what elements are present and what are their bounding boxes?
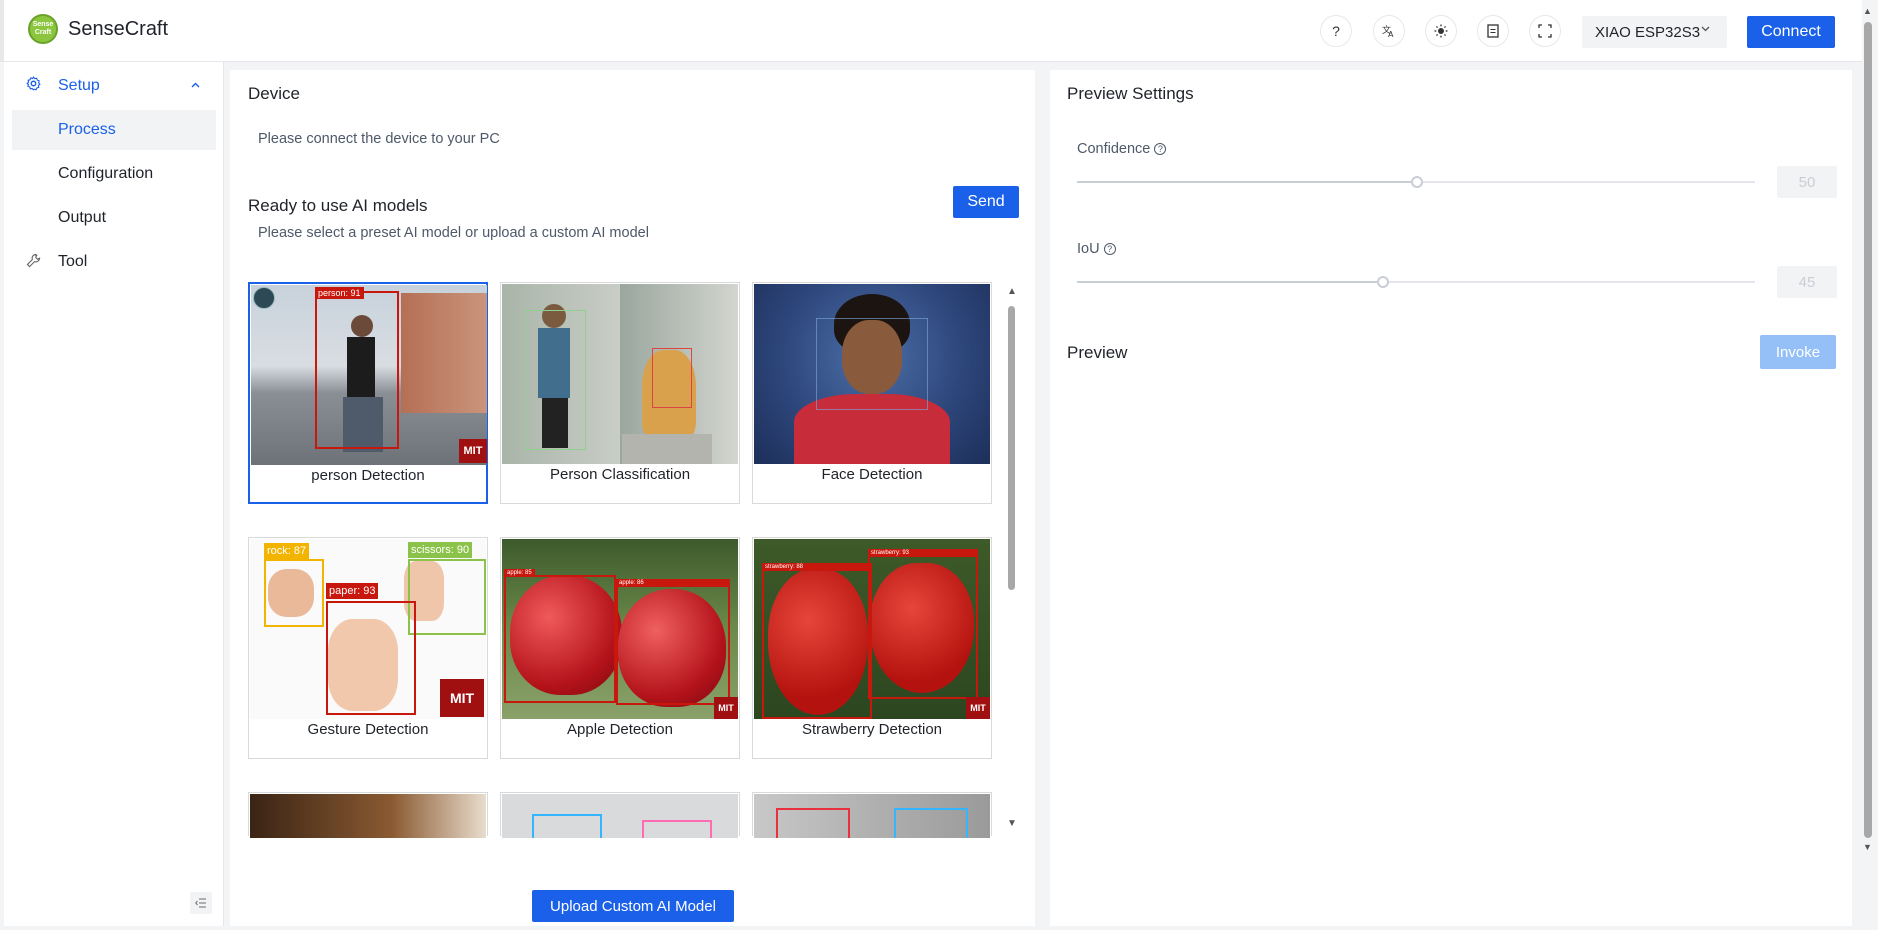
model-card-partial[interactable] <box>500 792 740 838</box>
send-button[interactable]: Send <box>953 186 1019 218</box>
bbox-label: strawberry: 88 <box>762 563 872 571</box>
sidebar-item-process[interactable]: Process <box>12 110 216 150</box>
sidebar-setup-label: Setup <box>58 77 100 94</box>
device-select-value: XIAO ESP32S3 <box>1595 23 1701 41</box>
model-thumbnail <box>250 794 486 838</box>
fullscreen-icon[interactable] <box>1529 15 1561 47</box>
model-card-partial[interactable] <box>248 792 488 838</box>
preview-settings-title: Preview Settings <box>1067 84 1194 103</box>
collapse-sidebar-icon[interactable] <box>190 892 212 914</box>
chevron-up-icon <box>190 79 201 94</box>
device-select[interactable]: XIAO ESP32S3 <box>1582 16 1727 48</box>
model-card-title: Apple Detection <box>567 721 673 738</box>
model-card-partial[interactable] <box>752 792 992 838</box>
logo-text: Sense Craft <box>32 21 54 36</box>
preview-title: Preview <box>1067 343 1128 362</box>
models-hint: Please select a preset AI model or uploa… <box>258 225 649 241</box>
device-title: Device <box>248 84 300 103</box>
confidence-label-text: Confidence <box>1077 141 1151 157</box>
gesture-detection-thumbnail: rock: 87 scissors: 90 paper: 93 MIT <box>250 539 486 719</box>
model-grid: person: 91 MIT person Detection Person C… <box>248 282 993 906</box>
model-card-gesture-detection[interactable]: rock: 87 scissors: 90 paper: 93 MIT Gest… <box>248 537 488 759</box>
confidence-slider-handle[interactable] <box>1411 176 1423 188</box>
help-icon[interactable]: ? <box>1154 143 1167 155</box>
sidebar-item-configuration[interactable]: Configuration <box>12 154 216 194</box>
sidebar-item-label: Output <box>58 209 107 226</box>
iou-slider-handle[interactable] <box>1377 276 1389 288</box>
bbox-label: apple: 86 <box>616 579 730 587</box>
iou-label-text: IoU <box>1077 241 1100 257</box>
model-card-person-detection[interactable]: person: 91 MIT person Detection <box>248 282 488 504</box>
page-scroll-up-icon[interactable]: ▲ <box>1863 6 1872 16</box>
theme-icon[interactable] <box>1425 15 1457 47</box>
strawberry-detection-thumbnail: strawberry: 88 strawberry: 93 MIT <box>754 539 990 719</box>
confidence-label: Confidence? <box>1077 141 1167 157</box>
document-icon[interactable] <box>1477 15 1509 47</box>
mit-license-logo: MIT <box>440 679 484 717</box>
model-card-title: Gesture Detection <box>307 721 429 738</box>
svg-text:A: A <box>1388 30 1394 38</box>
model-thumbnail <box>754 794 990 838</box>
model-grid-scrollbar[interactable] <box>1008 306 1015 590</box>
sidebar-item-tool[interactable]: Tool <box>4 242 216 282</box>
model-card-apple-detection[interactable]: apple: 85 apple: 86 MIT Apple Detection <box>500 537 740 759</box>
page-scrollbar[interactable] <box>1864 22 1872 838</box>
sidebar: Setup Process Configuration Output Tool <box>4 62 224 926</box>
model-card-title: person Detection <box>311 467 425 484</box>
sensecraft-logo[interactable]: Sense Craft <box>28 14 58 44</box>
mit-license-logo: MIT <box>459 439 487 463</box>
model-card-title: Strawberry Detection <box>801 721 943 738</box>
chevron-down-icon <box>1700 23 1711 37</box>
person-classification-thumbnail <box>502 284 738 464</box>
models-title: Ready to use AI models <box>248 196 428 215</box>
sidebar-item-output[interactable]: Output <box>12 198 216 238</box>
gear-icon <box>26 76 41 96</box>
bbox-label: person: 91 <box>315 287 364 299</box>
bbox-label: scissors: 90 <box>408 542 473 558</box>
wrench-icon <box>26 253 41 272</box>
scroll-down-arrow-icon[interactable]: ▼ <box>1007 818 1017 829</box>
help-icon[interactable]: ? <box>1320 15 1352 47</box>
confidence-slider-fill <box>1077 181 1416 183</box>
preview-panel: Preview Settings Confidence? 50 IoU? 45 … <box>1050 70 1852 926</box>
upload-custom-model-button[interactable]: Upload Custom AI Model <box>532 890 734 922</box>
bbox-label: rock: 87 <box>264 543 310 559</box>
device-hint: Please connect the device to your PC <box>258 131 500 147</box>
bbox-label: apple: 85 <box>504 569 535 577</box>
confidence-input[interactable]: 50 <box>1777 166 1837 198</box>
translate-icon[interactable]: 文A <box>1373 15 1405 47</box>
bbox-label: paper: 93 <box>326 583 379 599</box>
model-card-title: Face Detection <box>821 466 923 483</box>
sidebar-item-label: Configuration <box>58 165 154 182</box>
face-detection-thumbnail <box>754 284 990 464</box>
iou-label: IoU? <box>1077 241 1116 257</box>
person-detection-thumbnail: person: 91 MIT <box>251 285 487 465</box>
bbox-label: strawberry: 93 <box>868 549 978 557</box>
top-header: Sense Craft SenseCraft ? 文A XIAO ESP32S3… <box>0 0 1862 62</box>
scroll-up-arrow-icon[interactable]: ▲ <box>1007 286 1017 297</box>
sidebar-item-label: Process <box>58 121 116 138</box>
invoke-button[interactable]: Invoke <box>1760 335 1836 369</box>
model-thumbnail <box>502 794 738 838</box>
iou-input[interactable]: 45 <box>1777 266 1837 298</box>
mit-license-logo: MIT <box>966 697 990 719</box>
brand-name: SenseCraft <box>68 18 169 40</box>
sidebar-item-setup[interactable]: Setup <box>4 66 216 106</box>
device-models-panel: Device Please connect the device to your… <box>230 70 1035 926</box>
model-card-face-detection[interactable]: Face Detection <box>752 282 992 504</box>
page-scroll-down-icon[interactable]: ▼ <box>1863 842 1872 852</box>
iou-slider-fill <box>1077 281 1382 283</box>
apple-detection-thumbnail: apple: 85 apple: 86 MIT <box>502 539 738 719</box>
help-icon[interactable]: ? <box>1103 243 1116 255</box>
mit-license-logo: MIT <box>714 697 738 719</box>
connect-button[interactable]: Connect <box>1747 16 1835 48</box>
sidebar-tool-label: Tool <box>58 253 88 270</box>
model-card-strawberry-detection[interactable]: strawberry: 88 strawberry: 93 MIT Strawb… <box>752 537 992 759</box>
model-card-title: Person Classification <box>549 466 691 483</box>
model-card-person-classification[interactable]: Person Classification <box>500 282 740 504</box>
